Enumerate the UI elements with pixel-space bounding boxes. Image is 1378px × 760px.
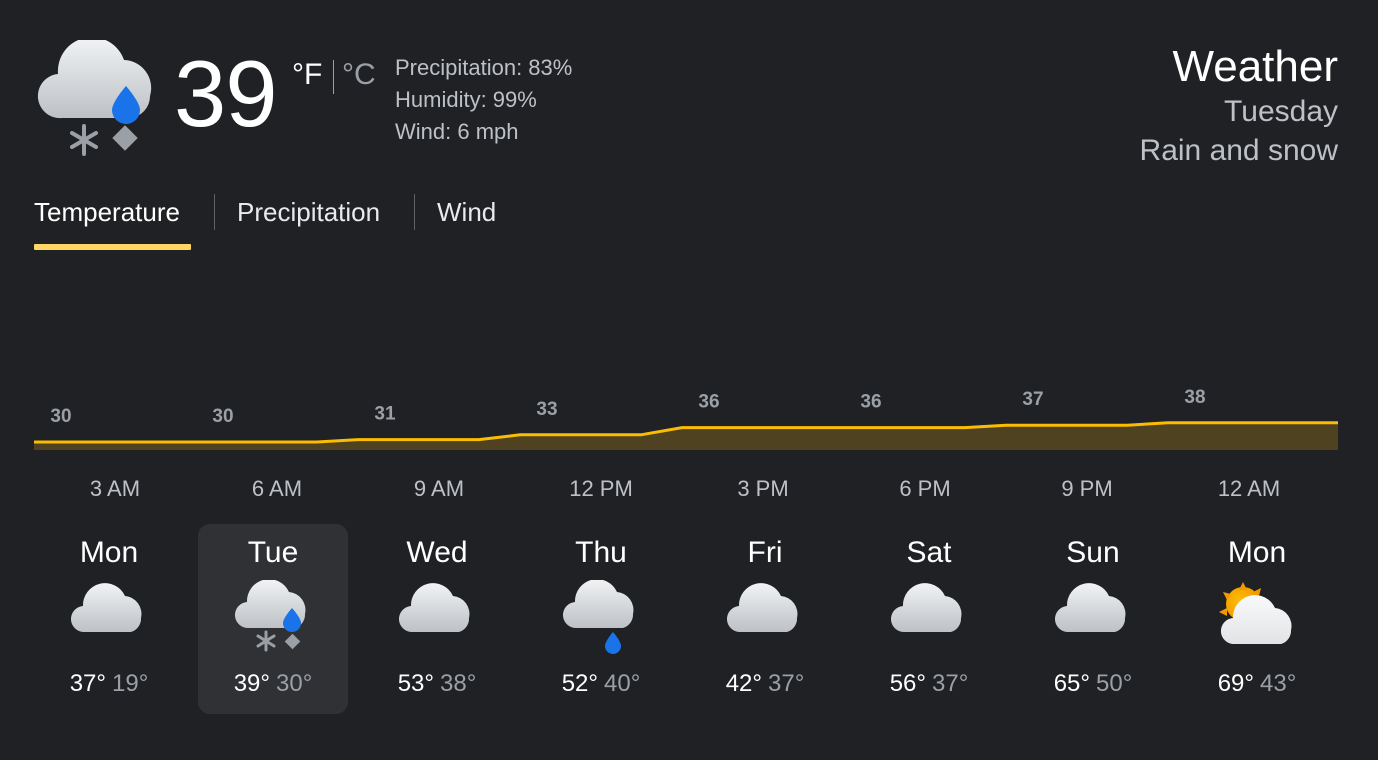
hour-label: 3 PM [737,476,789,501]
cloudy-icon [1053,580,1133,656]
temperature-value-label: 38 [1184,387,1205,408]
high-temp: 56° [889,670,926,697]
tab-divider [414,194,415,230]
day-card-fri[interactable]: Fri 42° 37° [690,524,840,714]
high-temp: 37° [69,670,106,697]
weather-condition: Rain and snow [1139,134,1338,167]
tab-temperature[interactable]: Temperature [34,197,180,228]
day-name: Mon [1227,536,1287,569]
hour-label: 12 AM [1217,476,1281,501]
day-name: Fri [747,536,783,569]
day-card-thu[interactable]: Thu 52° 40° [526,524,676,714]
day-temps: 53° 38° [362,670,512,698]
day-temps: 37° 19° [34,670,184,698]
hour-label: 6 PM [899,476,951,501]
day-temps: 69° 43° [1182,670,1332,698]
day-card-tue[interactable]: Tue 39° 30° [198,524,348,714]
low-temp: 38° [440,670,477,697]
low-temp: 30° [276,670,313,697]
tab-divider [214,194,215,230]
hour-label: 9 AM [413,476,465,501]
day-temps: 42° 37° [690,670,840,698]
high-temp: 65° [1053,670,1090,697]
day-card-sun[interactable]: Sun 65° 50° [1018,524,1168,714]
weather-title: Weather [1172,42,1339,91]
temperature-value-label: 31 [374,404,396,425]
hour-label: 6 AM [251,476,303,501]
day-temps: 56° 37° [854,670,1004,698]
cloudy-icon [397,580,477,656]
rain-snow-icon [34,37,156,158]
day-name: Sun [1066,536,1120,569]
temperature-value-label: 30 [50,406,71,427]
cloudy-icon [69,580,149,656]
day-card-mon[interactable]: Mon 37° 19° [34,524,184,714]
day-card-wed[interactable]: Wed 53° 38° [362,524,512,714]
rain-snow-icon [233,579,313,656]
current-temperature: 39 [174,41,278,146]
unit-divider [333,60,334,94]
day-temps: 65° 50° [1018,670,1168,698]
wind-detail: Wind: 6 mph [395,119,519,144]
cloudy-icon [889,580,969,656]
day-name: Tue [247,536,299,569]
day-name: Wed [406,536,468,569]
low-temp: 37° [768,670,805,697]
high-temp: 69° [1217,670,1254,697]
precipitation-detail: Precipitation: 83% [395,55,573,80]
temperature-value-label: 30 [212,406,233,427]
hour-label: 12 PM [569,476,633,501]
day-card-sat[interactable]: Sat 56° 37° [854,524,1004,714]
weather-day: Tuesday [1224,95,1338,128]
humidity-detail: Humidity: 99% [395,87,537,112]
unit-celsius-button[interactable]: °C [342,58,376,92]
low-temp: 19° [112,670,149,697]
low-temp: 37° [932,670,969,697]
temperature-value-label: 33 [536,399,557,420]
hour-label: 3 AM [89,476,141,501]
day-temps: 52° 40° [526,670,676,698]
temperature-chart: 30 30 31 33 36 36 37 38 [34,387,1338,450]
day-name: Sat [906,536,952,569]
tab-selected-indicator [34,244,191,250]
unit-fahrenheit-button[interactable]: °F [292,58,322,92]
low-temp: 50° [1096,670,1133,697]
tab-precipitation[interactable]: Precipitation [237,197,380,228]
temperature-value-label: 36 [698,392,719,413]
temperature-value-label: 37 [1022,389,1043,410]
temperature-value-label: 36 [860,392,881,413]
partly-cloudy-icon [1217,580,1297,656]
high-temp: 53° [397,670,434,697]
rain-icon [561,579,641,656]
day-card-mon-next[interactable]: Mon 69° 43° [1182,524,1332,714]
high-temp: 42° [725,670,762,697]
tab-wind[interactable]: Wind [437,197,496,228]
day-name: Thu [575,536,627,569]
day-temps: 39° 30° [198,670,348,698]
low-temp: 43° [1260,670,1297,697]
high-temp: 52° [561,670,598,697]
day-name: Mon [79,536,139,569]
cloudy-icon [725,580,805,656]
high-temp: 39° [233,670,270,697]
low-temp: 40° [604,670,641,697]
hour-label: 9 PM [1061,476,1113,501]
